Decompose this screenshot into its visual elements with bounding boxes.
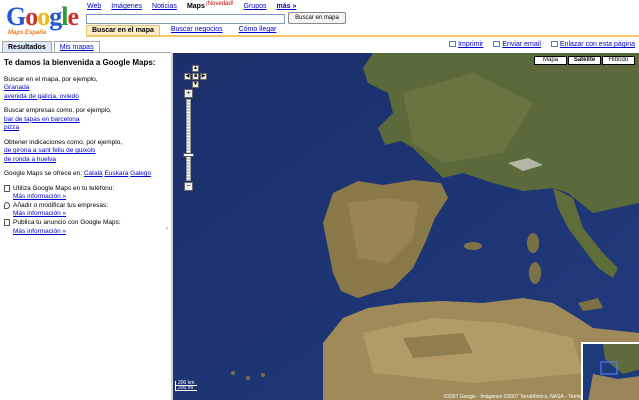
tab-underline bbox=[86, 35, 639, 37]
lang-galego-link[interactable]: Galego bbox=[130, 170, 151, 177]
ad-icon bbox=[4, 218, 10, 226]
tab-results[interactable]: Resultados bbox=[2, 41, 52, 52]
example-ronda-link[interactable]: de ronda a huelva bbox=[4, 156, 56, 163]
collapse-panel-icon[interactable]: ‹ bbox=[166, 226, 168, 232]
nav-groups[interactable]: Grupos bbox=[244, 3, 267, 10]
nav-web[interactable]: Web bbox=[87, 3, 101, 10]
pin-icon bbox=[4, 201, 10, 209]
pan-right-icon[interactable]: ▶ bbox=[200, 73, 207, 80]
link-page-link[interactable]: Enlazar con esta página bbox=[560, 41, 635, 48]
email-icon bbox=[493, 41, 501, 48]
top-navigation: Web Imágenes Noticias Maps¡Novedad! Grup… bbox=[87, 1, 297, 10]
example-girona-link[interactable]: de girona a sant feliu de guixols bbox=[4, 147, 95, 154]
promo-business-more-link[interactable]: Más información » bbox=[13, 210, 66, 217]
zoom-in-icon[interactable]: + bbox=[184, 89, 193, 98]
scale-bar: 200 km 200 mi bbox=[175, 381, 197, 391]
example-business-text: Buscar empresas como, por ejemplo, bbox=[4, 107, 112, 114]
map-type-selector: Mapa Satélite Híbrido bbox=[534, 56, 635, 65]
phone-icon bbox=[4, 184, 10, 192]
example-pizza-link[interactable]: pizza bbox=[4, 124, 19, 131]
tab-search-map[interactable]: Buscar en el mapa bbox=[86, 25, 160, 35]
results-panel: Te damos la bienvenida a Google Maps: Bu… bbox=[4, 58, 167, 236]
scale-mi: 200 mi bbox=[175, 386, 197, 391]
nav-images[interactable]: Imágenes bbox=[111, 3, 142, 10]
pan-down-icon[interactable]: ▼ bbox=[192, 81, 199, 88]
satellite-imagery bbox=[173, 53, 639, 400]
zoom-slider-handle[interactable] bbox=[183, 153, 194, 157]
map-type-satellite[interactable]: Satélite bbox=[568, 56, 601, 65]
example-map-text: Buscar en el mapa, por ejemplo, bbox=[4, 75, 98, 83]
pan-control: ▲ ◀ ■ ▶ ▼ bbox=[181, 65, 211, 90]
example-directions-text: Obtener indicaciones como, por ejemplo, bbox=[4, 138, 123, 146]
pan-center-icon[interactable]: ■ bbox=[192, 73, 199, 80]
novedad-badge: ¡Novedad! bbox=[205, 1, 234, 7]
welcome-heading: Te damos la bienvenida a Google Maps: bbox=[4, 58, 156, 67]
zoom-out-icon[interactable]: − bbox=[184, 182, 193, 191]
nav-maps-current: Maps bbox=[186, 3, 205, 10]
example-tapas-link[interactable]: bar de tapas en barcelona bbox=[4, 116, 80, 123]
logo-word: Google bbox=[6, 2, 79, 31]
map-type-map[interactable]: Mapa bbox=[534, 56, 567, 65]
promo-ads-text: Publica tu anuncio con Google Maps: bbox=[13, 219, 121, 227]
logo-subtitle: Maps España bbox=[8, 30, 47, 36]
search-input[interactable] bbox=[86, 14, 285, 24]
search-mode-tabs: Buscar en el mapa Buscar negocios Cómo l… bbox=[86, 25, 281, 35]
printer-icon bbox=[449, 41, 457, 48]
overview-imagery bbox=[583, 344, 639, 400]
tab-directions[interactable]: Cómo llegar bbox=[234, 25, 282, 35]
map-type-hybrid[interactable]: Híbrido bbox=[602, 56, 635, 65]
tab-my-maps[interactable]: Mis mapas bbox=[53, 41, 100, 52]
pane-tabs: Resultados Mis mapas bbox=[2, 41, 102, 52]
map-tools: Imprimir Enviar email Enlazar con esta p… bbox=[449, 41, 635, 48]
nav-more[interactable]: más » bbox=[277, 3, 297, 10]
overview-map[interactable] bbox=[581, 342, 639, 400]
promo-ads-more-link[interactable]: Más información » bbox=[13, 228, 66, 235]
promo-business-text: Añadir o modificar tus empresas: bbox=[13, 201, 109, 209]
satellite-map[interactable]: Mapa Satélite Híbrido ▲ ◀ ■ ▶ ▼ + − 200 … bbox=[173, 53, 639, 400]
lang-euskara-link[interactable]: Euskara bbox=[104, 170, 128, 177]
example-granada-link[interactable]: Granada bbox=[4, 84, 29, 91]
pan-left-icon[interactable]: ◀ bbox=[184, 73, 191, 80]
email-link[interactable]: Enviar email bbox=[502, 41, 541, 48]
search-map-button[interactable]: Buscar en mapa bbox=[288, 12, 346, 24]
pan-up-icon[interactable]: ▲ bbox=[192, 65, 199, 72]
link-icon bbox=[550, 41, 558, 48]
promo-phone-text: Utiliza Google Maps en tu teléfono: bbox=[13, 184, 115, 192]
tab-search-business[interactable]: Buscar negocios bbox=[166, 25, 228, 35]
lang-catala-link[interactable]: Català bbox=[84, 170, 103, 177]
print-link[interactable]: Imprimir bbox=[458, 41, 483, 48]
example-oviedo-link[interactable]: avenida de galicia, oviedo bbox=[4, 93, 79, 100]
zoom-slider-rail[interactable] bbox=[186, 99, 191, 181]
languages-label: Google Maps se ofrece en: bbox=[4, 170, 83, 177]
google-logo[interactable]: Google Maps España bbox=[6, 4, 82, 38]
nav-news[interactable]: Noticias bbox=[152, 3, 177, 10]
pane-divider bbox=[0, 52, 171, 53]
promo-phone-more-link[interactable]: Más información » bbox=[13, 193, 66, 200]
zoom-control: + − bbox=[183, 89, 194, 193]
